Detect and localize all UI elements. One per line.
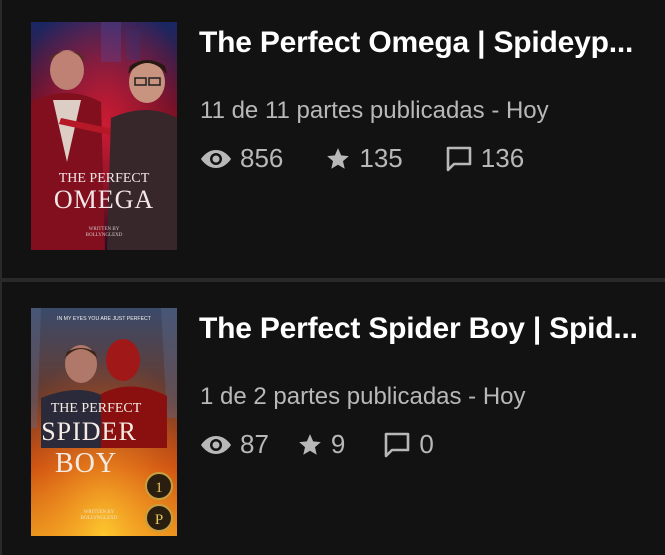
story-list: THE PERFECT OMEGA WRITTEN BY BOLLYNGLEXD… (0, 0, 665, 555)
votes-count: 135 (359, 143, 403, 173)
eye-icon (201, 149, 231, 168)
cover-credit-line2: BOLLYNGLEXD (86, 233, 123, 238)
story-stats: 87 9 0 (200, 429, 434, 460)
comments-stat: 136 (445, 143, 524, 174)
cover-credit-line1: WRITTEN BY (89, 227, 120, 232)
comments-stat: 0 (383, 429, 434, 460)
cover-title-line3: BOY (55, 448, 117, 479)
cover-badge-1: 1 (155, 480, 163, 496)
votes-stat: 9 (297, 429, 345, 460)
story-cover[interactable]: THE PERFECT OMEGA WRITTEN BY BOLLYNGLEXD (31, 22, 177, 250)
cover-credit-line1: WRITTEN BY (84, 510, 115, 515)
reads-count: 87 (240, 429, 269, 459)
cover-credit-line2: BOLLYNGLEXD (81, 516, 118, 521)
cover-image-omega: THE PERFECT OMEGA WRITTEN BY BOLLYNGLEXD (31, 22, 177, 250)
story-title[interactable]: The Perfect Omega | Spideyp... (199, 26, 639, 60)
votes-count: 9 (330, 429, 346, 459)
cover-title-line2: SPIDER (41, 417, 137, 446)
eye-icon (201, 435, 231, 454)
comment-icon (385, 432, 410, 457)
cover-image-spider-boy: IN MY EYES YOU ARE JUST PERFECT THE PERF… (31, 308, 177, 536)
comments-count: 136 (480, 143, 525, 173)
comments-count: 0 (419, 429, 434, 459)
story-item[interactable]: THE PERFECT OMEGA WRITTEN BY BOLLYNGLEXD… (0, 0, 665, 278)
reads-count: 856 (240, 143, 284, 173)
story-item[interactable]: IN MY EYES YOU ARE JUST PERFECT THE PERF… (0, 282, 665, 555)
story-parts-info: 11 de 11 partes publicadas - Hoy (200, 97, 549, 124)
cover-tagline: IN MY EYES YOU ARE JUST PERFECT (57, 316, 152, 322)
cover-title-line1: THE PERFECT (51, 401, 142, 416)
story-cover[interactable]: IN MY EYES YOU ARE JUST PERFECT THE PERF… (31, 308, 177, 536)
cover-title-line2: OMEGA (54, 185, 154, 214)
reads-stat: 856 (200, 143, 283, 174)
cover-title-line1: THE PERFECT (59, 171, 150, 186)
reads-stat: 87 (200, 429, 269, 460)
cover-badge-2: P (155, 512, 163, 528)
star-icon (299, 433, 321, 455)
votes-stat: 135 (325, 143, 403, 174)
story-parts-info: 1 de 2 partes publicadas - Hoy (200, 383, 526, 410)
comment-icon (446, 146, 472, 171)
story-title[interactable]: The Perfect Spider Boy | Spid... (199, 312, 639, 346)
star-icon (327, 147, 350, 169)
story-stats: 856 135 136 (200, 143, 524, 174)
